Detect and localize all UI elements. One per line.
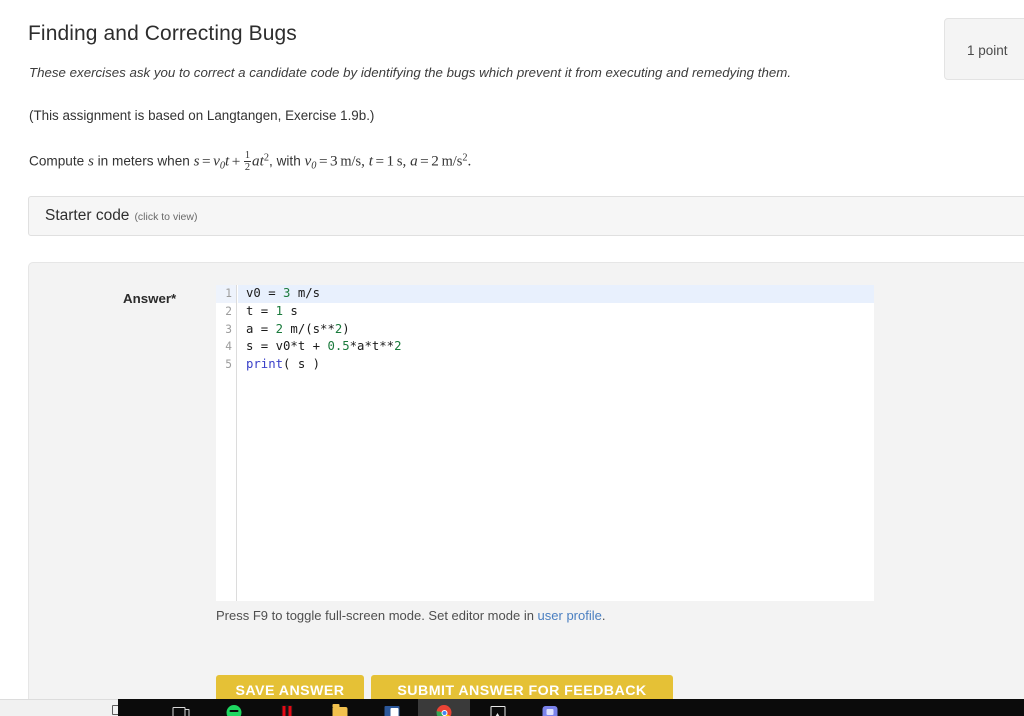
answer-panel: Answer* 12345 v0 = 3 m/s t = 1 sa = 2 m/(… bbox=[28, 262, 1024, 716]
editor-line-number: 5 bbox=[225, 358, 232, 372]
math-eq2: = bbox=[318, 152, 328, 170]
task-view-icon-glyph bbox=[172, 707, 190, 716]
code-token: v0 = bbox=[246, 286, 284, 300]
points-badge-label: 1 point bbox=[967, 43, 1008, 58]
math-period: . bbox=[467, 152, 472, 170]
page-root: Finding and Correcting Bugs 1 point Thes… bbox=[0, 0, 1024, 716]
file-explorer-icon-glyph bbox=[332, 704, 348, 716]
math-unit-v: m/s bbox=[340, 153, 362, 170]
user-profile-link[interactable]: user profile bbox=[538, 608, 602, 623]
code-token: 0.5 bbox=[327, 339, 350, 354]
taskbar-button[interactable] bbox=[524, 699, 576, 716]
chrome-icon-glyph bbox=[436, 705, 452, 716]
math-a: a bbox=[252, 152, 260, 170]
word-icon-glyph bbox=[384, 706, 400, 716]
netflix-icon bbox=[279, 704, 296, 716]
code-token: s bbox=[283, 303, 298, 318]
math-val-a: 2 bbox=[431, 152, 439, 170]
editor-line-number: 1 bbox=[216, 285, 236, 303]
math-prefix: Compute bbox=[29, 153, 85, 169]
taskbar-left-strip bbox=[0, 699, 118, 716]
math-one-half: 12 bbox=[243, 150, 252, 174]
spotify-icon bbox=[226, 704, 243, 716]
math-val-t: 1 bbox=[386, 152, 395, 170]
exercise-description: These exercises ask you to correct a can… bbox=[29, 65, 792, 80]
code-token: 1 bbox=[275, 303, 284, 318]
math-var-s: s bbox=[87, 152, 94, 170]
math-s: s bbox=[193, 152, 200, 170]
editor-line-number: 4 bbox=[225, 340, 232, 354]
answer-field-label: Answer* bbox=[123, 291, 177, 306]
code-token: t = bbox=[246, 303, 276, 318]
editor-code-line[interactable]: print( s ) bbox=[238, 356, 874, 374]
editor-hint-suffix: . bbox=[601, 608, 606, 623]
windows-taskbar[interactable] bbox=[118, 699, 1024, 716]
photos-icon bbox=[489, 704, 506, 716]
math-comma2: , bbox=[402, 152, 407, 170]
page-title: Finding and Correcting Bugs bbox=[28, 22, 297, 45]
starter-code-title: Starter code bbox=[45, 207, 130, 224]
math-eq3: = bbox=[375, 152, 385, 170]
task-view-icon bbox=[172, 704, 190, 716]
points-badge: 1 point bbox=[944, 18, 1024, 80]
code-token: 2 bbox=[275, 321, 284, 336]
netflix-icon-glyph bbox=[281, 705, 293, 716]
code-token: a = bbox=[246, 321, 276, 336]
math-a2: a bbox=[410, 152, 418, 170]
math-middle: in meters when bbox=[97, 153, 190, 169]
spotify-icon-glyph bbox=[226, 705, 242, 716]
math-with: , with bbox=[269, 153, 301, 169]
teams-icon-glyph bbox=[542, 706, 558, 716]
math-comma1: , bbox=[361, 152, 365, 170]
photos-icon-glyph bbox=[490, 706, 506, 716]
math-eq1: = bbox=[202, 152, 211, 170]
taskbar-button[interactable] bbox=[154, 699, 206, 716]
editor-hint-prefix: Press F9 to toggle full-screen mode. Set… bbox=[216, 608, 538, 623]
editor-code-line[interactable]: a = 2 m/(s**2) bbox=[238, 321, 874, 339]
taskbar-button[interactable] bbox=[261, 699, 313, 716]
code-token: ( s ) bbox=[283, 357, 321, 372]
starter-code-toggle[interactable]: Starter code (click to view) bbox=[28, 196, 1024, 236]
editor-code-area[interactable]: v0 = 3 m/s t = 1 sa = 2 m/(s**2) s = v0*t … bbox=[238, 285, 874, 601]
code-token: *a*t** bbox=[349, 339, 395, 354]
code-token: m/s bbox=[290, 286, 321, 300]
starter-code-hint: (click to view) bbox=[134, 211, 198, 223]
taskbar-button[interactable] bbox=[418, 699, 470, 716]
code-token: ) bbox=[342, 321, 350, 336]
code-token: 2 bbox=[394, 339, 402, 354]
editor-gutter: 12 3 4 5 bbox=[216, 285, 237, 601]
taskbar-button[interactable] bbox=[208, 699, 260, 716]
code-token: s = v0*t + bbox=[246, 339, 328, 354]
math-eq4: = bbox=[420, 152, 429, 170]
frac-denominator: 2 bbox=[243, 161, 252, 174]
editor-code-line[interactable]: t = 1 s bbox=[238, 303, 874, 321]
math-plus: + bbox=[231, 152, 241, 170]
teams-icon bbox=[542, 704, 559, 716]
frac-numerator: 1 bbox=[244, 150, 251, 161]
code-token: m/(s** bbox=[283, 321, 335, 336]
code-token: print bbox=[246, 357, 284, 372]
code-editor[interactable]: 12345 v0 = 3 m/s t = 1 sa = 2 m/(s**2) s =… bbox=[216, 285, 874, 601]
editor-line-number: 2 bbox=[225, 304, 232, 318]
exercise-source-note: (This assignment is based on Langtangen,… bbox=[29, 108, 375, 123]
taskbar-button[interactable] bbox=[366, 699, 418, 716]
editor-hint-text: Press F9 to toggle full-screen mode. Set… bbox=[216, 608, 605, 623]
math-v: v bbox=[213, 152, 220, 170]
taskbar-button[interactable] bbox=[471, 699, 523, 716]
starter-code-label: Starter code (click to view) bbox=[45, 207, 197, 225]
math-unit-a: m/s bbox=[441, 153, 463, 170]
problem-statement-math: Compute s in meters when s = v0t +1 2 at2, wi… bbox=[29, 150, 471, 173]
taskbar-button[interactable] bbox=[314, 699, 366, 716]
editor-line-number: 3 bbox=[225, 322, 232, 336]
math-val-v: 3 bbox=[330, 152, 338, 170]
editor-code-line[interactable]: v0 = 3 m/s bbox=[238, 285, 874, 303]
file-explorer-icon bbox=[332, 704, 349, 716]
word-icon bbox=[384, 704, 401, 716]
chrome-icon bbox=[436, 704, 453, 716]
editor-code-line[interactable]: s = v0*t + 0.5*a*t**2 bbox=[238, 338, 874, 356]
